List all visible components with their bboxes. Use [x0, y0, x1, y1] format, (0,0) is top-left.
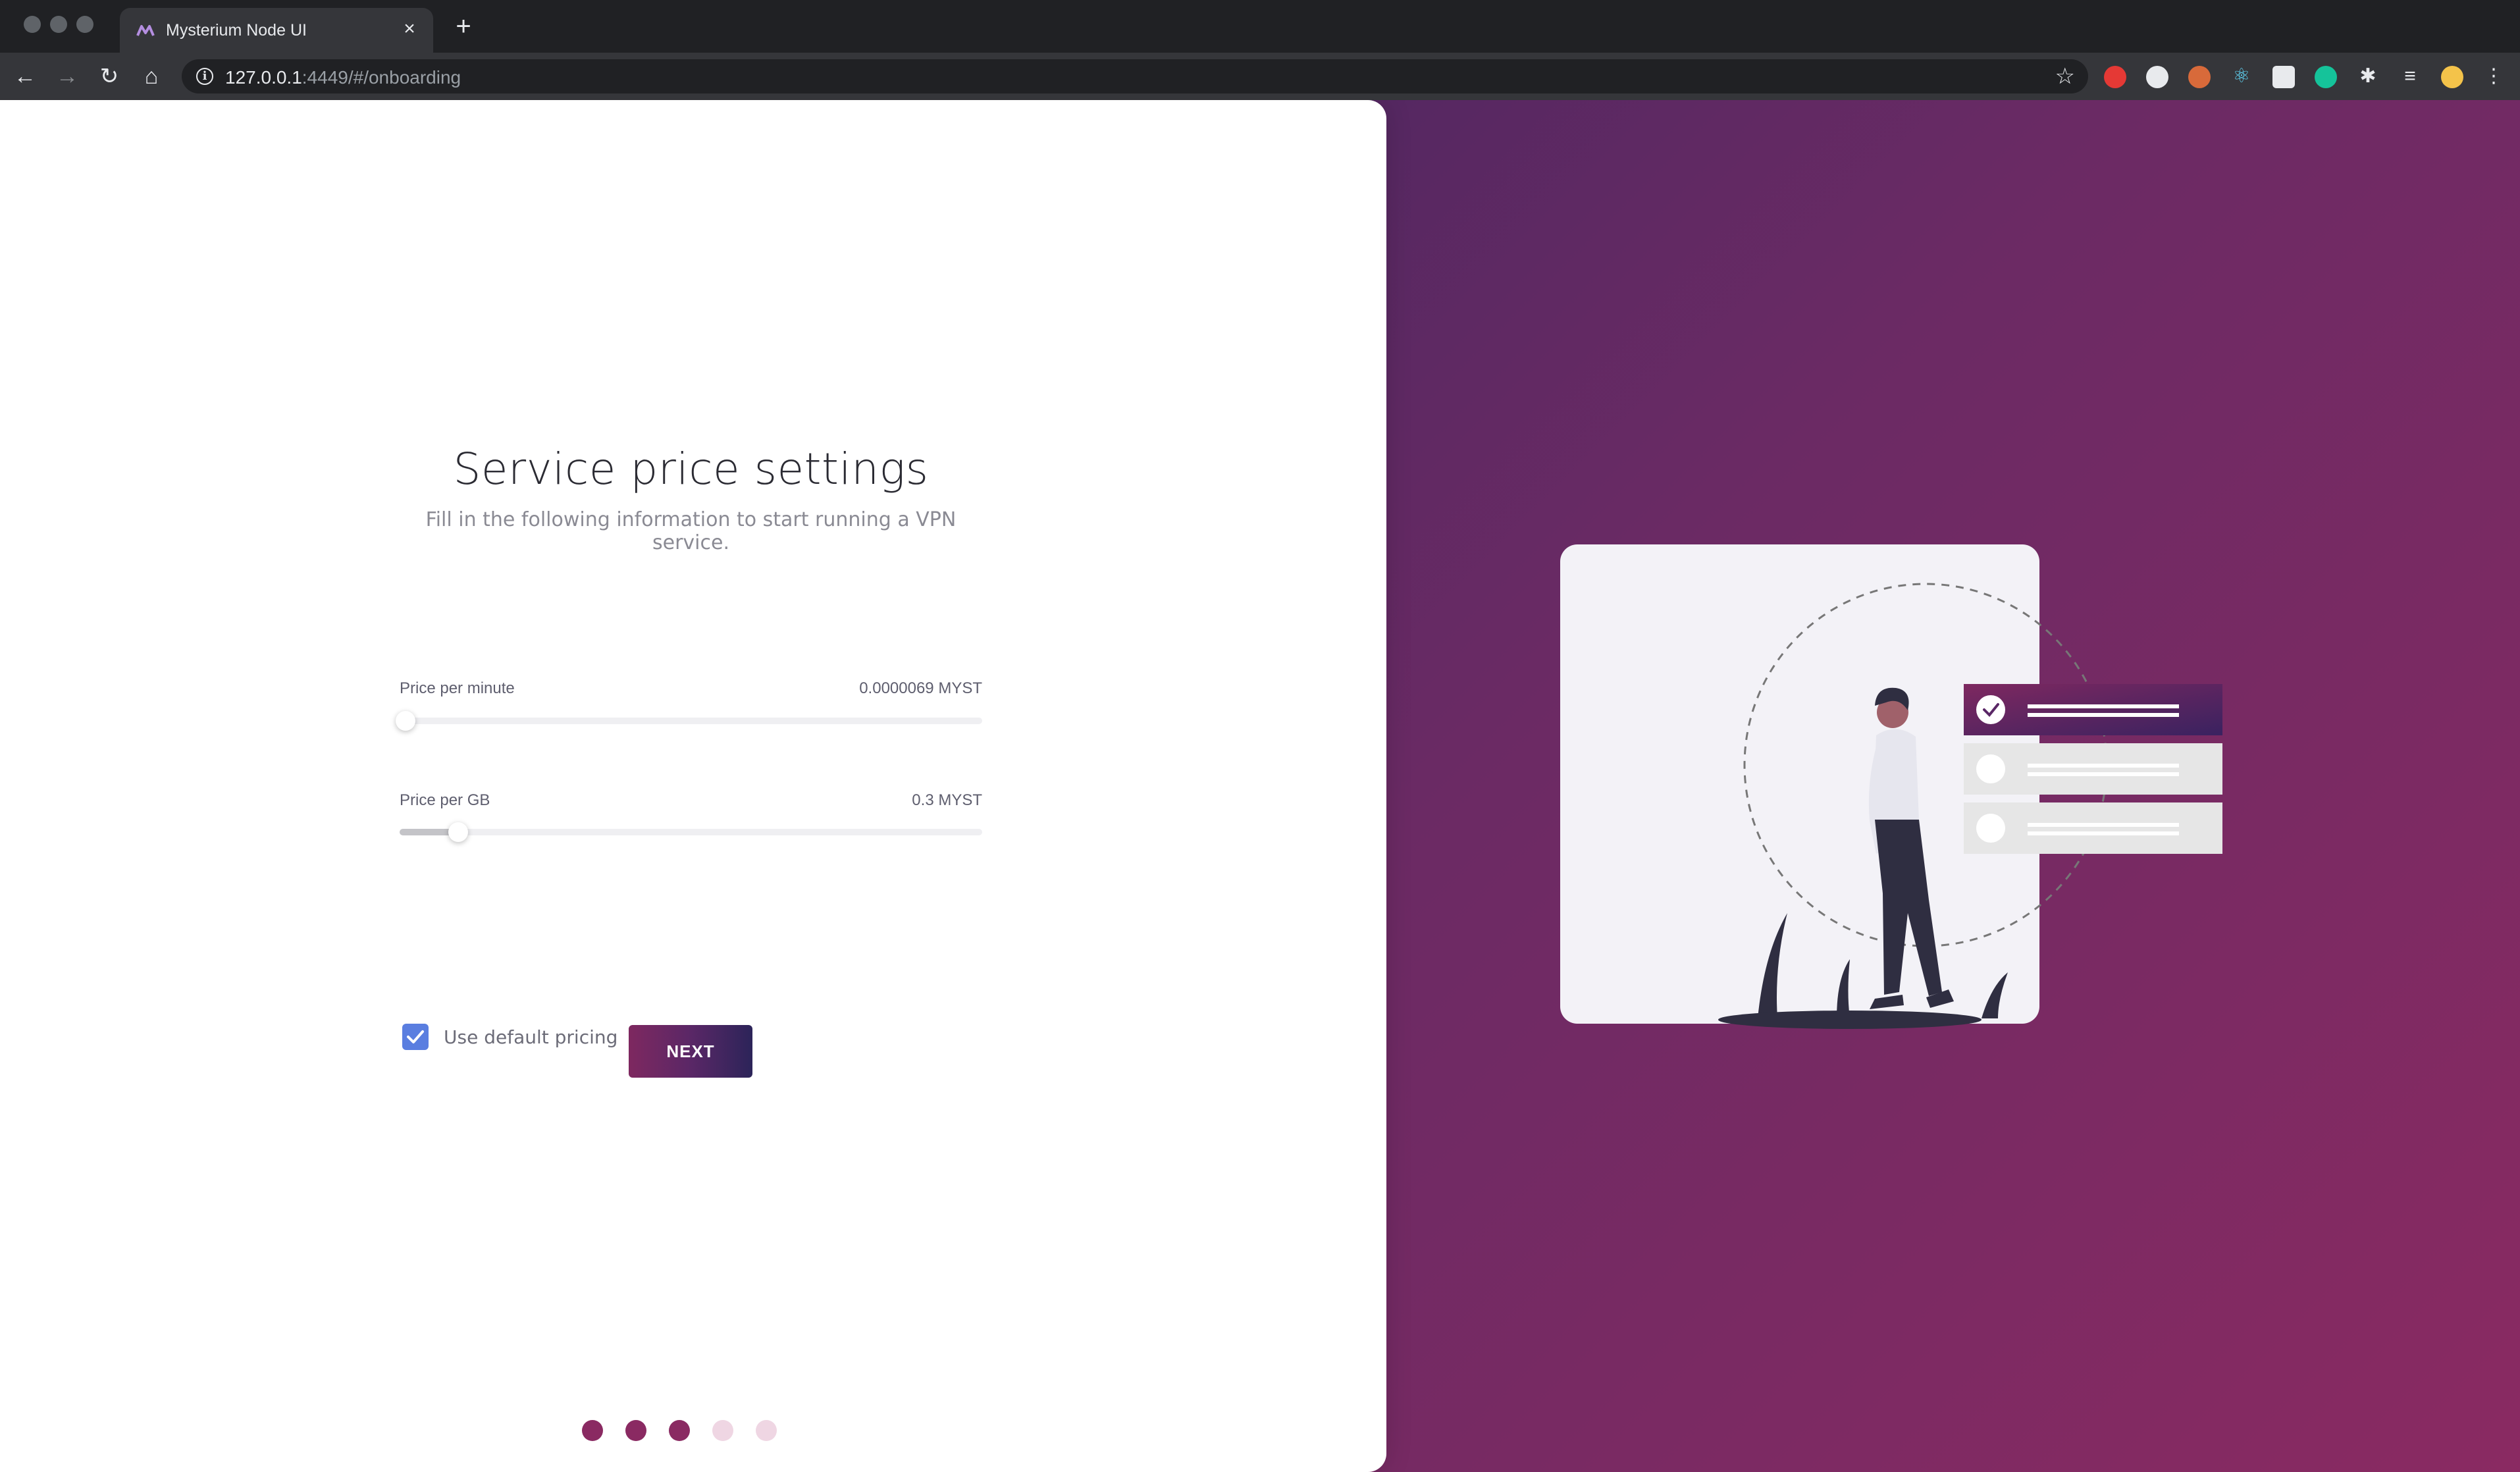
tab-title: Mysterium Node UI — [166, 21, 307, 39]
step-dot-3 — [669, 1420, 690, 1441]
price-per-minute-slider[interactable] — [395, 711, 982, 731]
tab-close-icon[interactable]: × — [398, 17, 421, 41]
browser-tab[interactable]: Mysterium Node UI × — [120, 8, 433, 53]
extension-circle-icon[interactable] — [2146, 66, 2168, 88]
browser-toolbar: ← → ↻ ⌂ i 127.0.0.1:4449/#/onboarding ☆ … — [0, 53, 2520, 100]
window-minimize-button[interactable] — [50, 16, 67, 33]
reload-icon[interactable]: ↻ — [95, 62, 124, 91]
price-per-gb-label: Price per GB — [400, 791, 490, 809]
checklist-line — [2028, 764, 2179, 768]
url-text[interactable]: 127.0.0.1:4449/#/onboarding — [225, 67, 461, 88]
step-dot-2 — [625, 1420, 646, 1441]
default-pricing-label[interactable]: Use default pricing — [444, 1026, 617, 1048]
next-button[interactable]: NEXT — [629, 1025, 752, 1078]
checklist-empty-circle — [1976, 754, 2005, 783]
window-close-button[interactable] — [24, 16, 41, 33]
page-viewport: Service price settings Fill in the follo… — [0, 100, 2520, 1472]
price-per-minute-value: 0.0000069 MYST — [859, 679, 982, 697]
bookmark-star-icon[interactable]: ☆ — [2055, 63, 2075, 90]
extension-orange-icon[interactable] — [2188, 66, 2211, 88]
checkmark-icon — [407, 1030, 424, 1043]
checklist-line — [2028, 772, 2179, 776]
step-dot-5 — [756, 1420, 777, 1441]
profile-avatar[interactable] — [2441, 66, 2463, 88]
extensions-puzzle-icon[interactable]: ✱ — [2356, 65, 2380, 88]
price-per-gb-value: 0.3 MYST — [912, 791, 982, 809]
notion-icon[interactable] — [2272, 66, 2295, 88]
forward-arrow-icon[interactable]: → — [53, 62, 82, 91]
browser-tab-bar: Mysterium Node UI × + — [0, 0, 2520, 53]
onboarding-panel: Service price settings Fill in the follo… — [0, 100, 1386, 1472]
checklist-line — [2028, 704, 2179, 708]
site-info-icon[interactable]: i — [196, 68, 213, 85]
back-arrow-icon[interactable]: ← — [11, 62, 39, 91]
page-title: Service price settings — [453, 444, 929, 494]
price-per-minute-slider-thumb[interactable] — [395, 711, 415, 731]
window-maximize-button[interactable] — [76, 16, 93, 33]
checklist-line — [2028, 823, 2179, 827]
react-devtools-icon[interactable]: ⚛ — [2230, 65, 2253, 88]
mysterium-logo-icon — [136, 25, 155, 36]
checklist-line — [2028, 713, 2179, 717]
home-icon[interactable]: ⌂ — [137, 62, 166, 91]
checklist-line — [2028, 831, 2179, 835]
page-subtitle: Fill in the following information to sta… — [425, 508, 957, 554]
reading-list-icon[interactable]: ≡ — [2398, 65, 2422, 88]
default-pricing-checkbox[interactable] — [402, 1024, 429, 1050]
checklist-check-circle — [1976, 695, 2005, 724]
checklist-empty-circle — [1976, 814, 2005, 843]
step-dot-4 — [712, 1420, 733, 1441]
ground-shadow — [1718, 1011, 1982, 1029]
step-dot-1 — [582, 1420, 603, 1441]
price-per-gb-slider-thumb[interactable] — [448, 822, 468, 842]
browser-menu-icon[interactable]: ⋮ — [2482, 65, 2506, 88]
price-per-gb-slider[interactable] — [400, 822, 982, 842]
address-bar[interactable]: i 127.0.0.1:4449/#/onboarding ☆ — [182, 59, 2088, 93]
onboarding-illustration — [1560, 544, 2222, 1029]
url-path: :4449/#/onboarding — [302, 67, 461, 88]
new-tab-icon[interactable]: + — [450, 13, 477, 39]
grammarly-icon[interactable] — [2315, 66, 2337, 88]
url-host: 127.0.0.1 — [225, 67, 302, 88]
price-per-minute-label: Price per minute — [400, 679, 515, 697]
extension-red-icon[interactable] — [2104, 66, 2126, 88]
